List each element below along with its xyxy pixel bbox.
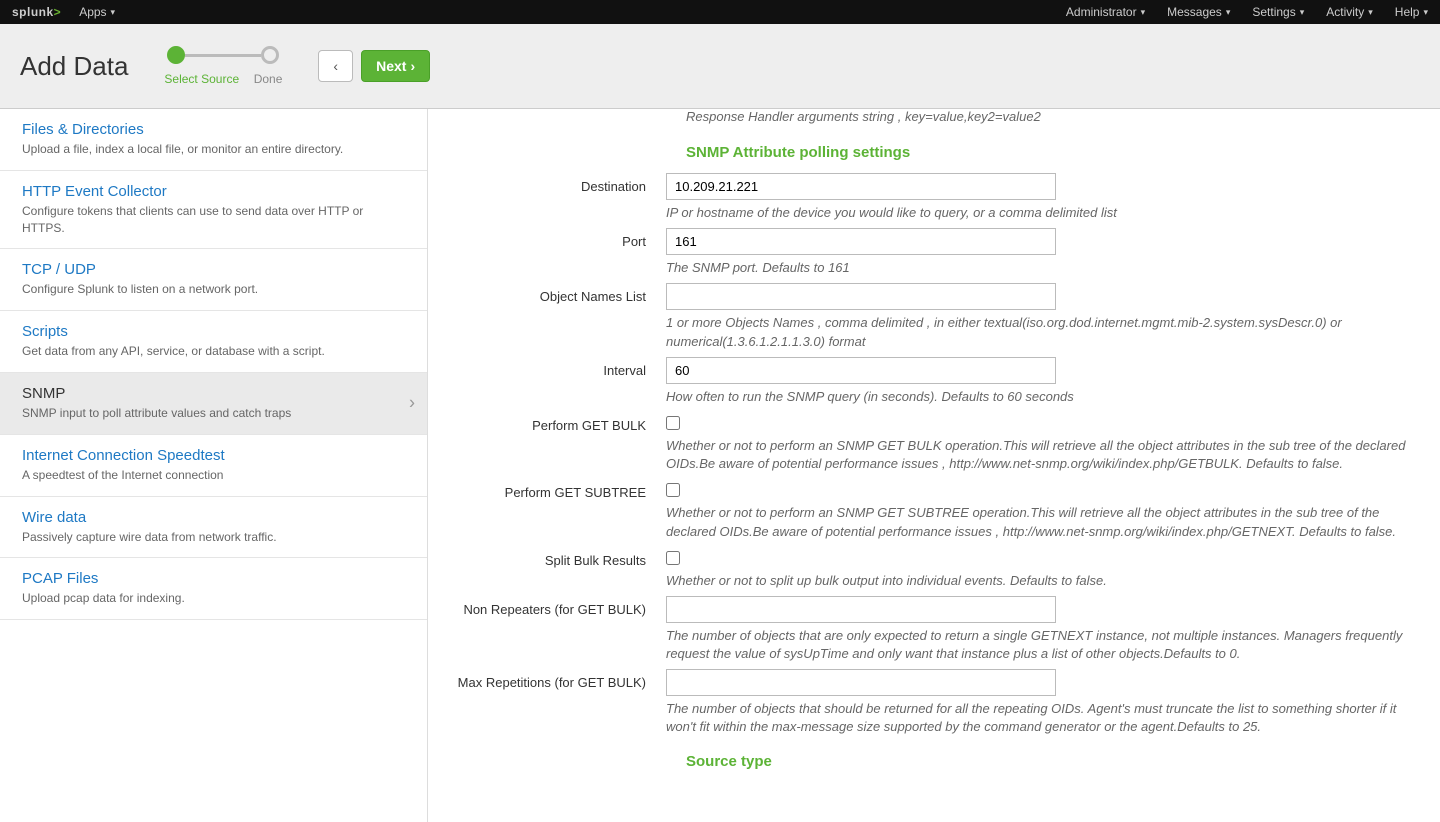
getbulk-checkbox[interactable] (666, 416, 680, 430)
wizard-label-1: Select Source (164, 72, 239, 86)
sidebar-item-scripts[interactable]: Scripts Get data from any API, service, … (0, 311, 427, 373)
port-help: The SNMP port. Defaults to 161 (666, 259, 1416, 277)
sidebar-item-desc: Configure Splunk to listen on a network … (22, 281, 405, 298)
sidebar-item-files[interactable]: Files & Directories Upload a file, index… (0, 109, 427, 171)
maxrep-label: Max Repetitions (for GET BULK) (452, 669, 666, 690)
help-menu[interactable]: Help▾ (1395, 5, 1428, 19)
sidebar-item-title: Internet Connection Speedtest (22, 447, 405, 464)
chevron-down-icon: ▾ (1300, 7, 1305, 18)
sidebar-item-tcpudp[interactable]: TCP / UDP Configure Splunk to listen on … (0, 249, 427, 311)
wizard-label-2: Done (254, 72, 283, 86)
sidebar-item-pcap[interactable]: PCAP Files Upload pcap data for indexing… (0, 558, 427, 620)
page-title: Add Data (20, 51, 128, 82)
nonrepeaters-label: Non Repeaters (for GET BULK) (452, 596, 666, 617)
content: Response Handler arguments string , key=… (428, 109, 1440, 822)
destination-help: IP or hostname of the device you would l… (666, 204, 1416, 222)
sidebar-item-speedtest[interactable]: Internet Connection Speedtest A speedtes… (0, 435, 427, 497)
object-names-input[interactable] (666, 283, 1056, 310)
split-checkbox[interactable] (666, 551, 680, 565)
sidebar-item-title: PCAP Files (22, 570, 405, 587)
sidebar-item-desc: SNMP input to poll attribute values and … (22, 405, 405, 422)
wizard: Select Source Done (164, 46, 282, 86)
messages-menu[interactable]: Messages▾ (1167, 5, 1230, 19)
section-source-type: Source type (686, 753, 1416, 770)
port-label: Port (452, 228, 666, 249)
object-names-label: Object Names List (452, 283, 666, 304)
destination-input[interactable] (666, 173, 1056, 200)
chevron-left-icon: ‹ (333, 58, 338, 74)
getsubtree-label: Perform GET SUBTREE (452, 479, 666, 500)
split-label: Split Bulk Results (452, 547, 666, 568)
sidebar-item-snmp[interactable]: SNMP SNMP input to poll attribute values… (0, 373, 427, 435)
sidebar-item-wiredata[interactable]: Wire data Passively capture wire data fr… (0, 497, 427, 559)
nonrepeaters-help: The number of objects that are only expe… (666, 627, 1416, 663)
sidebar-item-desc: Get data from any API, service, or datab… (22, 343, 405, 360)
next-button[interactable]: Next› (361, 50, 430, 82)
chevron-down-icon: ▾ (1226, 7, 1231, 18)
sidebar-item-title: SNMP (22, 385, 405, 402)
split-help: Whether or not to split up bulk output i… (666, 572, 1416, 590)
sidebar-item-desc: Upload a file, index a local file, or mo… (22, 141, 405, 158)
destination-label: Destination (452, 173, 666, 194)
getsubtree-help: Whether or not to perform an SNMP GET SU… (666, 504, 1416, 540)
section-snmp-polling: SNMP Attribute polling settings (686, 144, 1416, 161)
sidebar-item-desc: Configure tokens that clients can use to… (22, 203, 405, 237)
interval-help: How often to run the SNMP query (in seco… (666, 388, 1416, 406)
port-input[interactable] (666, 228, 1056, 255)
chevron-right-icon: › (409, 393, 415, 414)
sidebar-item-title: Files & Directories (22, 121, 405, 138)
sidebar-item-title: Wire data (22, 509, 405, 526)
sidebar-item-title: HTTP Event Collector (22, 183, 405, 200)
interval-label: Interval (452, 357, 666, 378)
getbulk-help: Whether or not to perform an SNMP GET BU… (666, 437, 1416, 473)
getsubtree-checkbox[interactable] (666, 483, 680, 497)
interval-input[interactable] (666, 357, 1056, 384)
sidebar-item-title: TCP / UDP (22, 261, 405, 278)
getbulk-label: Perform GET BULK (452, 412, 666, 433)
logo[interactable]: splunk> (12, 5, 61, 19)
activity-menu[interactable]: Activity▾ (1326, 5, 1373, 19)
object-names-help: 1 or more Objects Names , comma delimite… (666, 314, 1416, 350)
administrator-menu[interactable]: Administrator▾ (1066, 5, 1145, 19)
chevron-down-icon: ▾ (1141, 7, 1146, 18)
nonrepeaters-input[interactable] (666, 596, 1056, 623)
wizard-step-2 (261, 46, 279, 64)
wizard-step-1 (167, 46, 185, 64)
chevron-down-icon: ▾ (1368, 7, 1373, 18)
sidebar-item-desc: Upload pcap data for indexing. (22, 590, 405, 607)
topbar: splunk> Apps▾ Administrator▾ Messages▾ S… (0, 0, 1440, 24)
chevron-down-icon: ▾ (1423, 7, 1428, 18)
sidebar-item-http[interactable]: HTTP Event Collector Configure tokens th… (0, 171, 427, 250)
chevron-right-icon: › (410, 58, 415, 74)
apps-menu[interactable]: Apps▾ (79, 5, 115, 19)
wizard-line (185, 54, 261, 57)
maxrep-help: The number of objects that should be ret… (666, 700, 1416, 736)
chevron-down-icon: ▾ (111, 7, 116, 18)
subheader: Add Data Select Source Done ‹ Next› (0, 24, 1440, 109)
response-handler-help: Response Handler arguments string , key=… (686, 109, 1416, 124)
back-button[interactable]: ‹ (318, 50, 353, 82)
maxrep-input[interactable] (666, 669, 1056, 696)
sidebar-item-title: Scripts (22, 323, 405, 340)
sidebar-item-desc: Passively capture wire data from network… (22, 529, 405, 546)
sidebar-item-desc: A speedtest of the Internet connection (22, 467, 405, 484)
settings-menu[interactable]: Settings▾ (1252, 5, 1304, 19)
sidebar: Files & Directories Upload a file, index… (0, 109, 428, 822)
